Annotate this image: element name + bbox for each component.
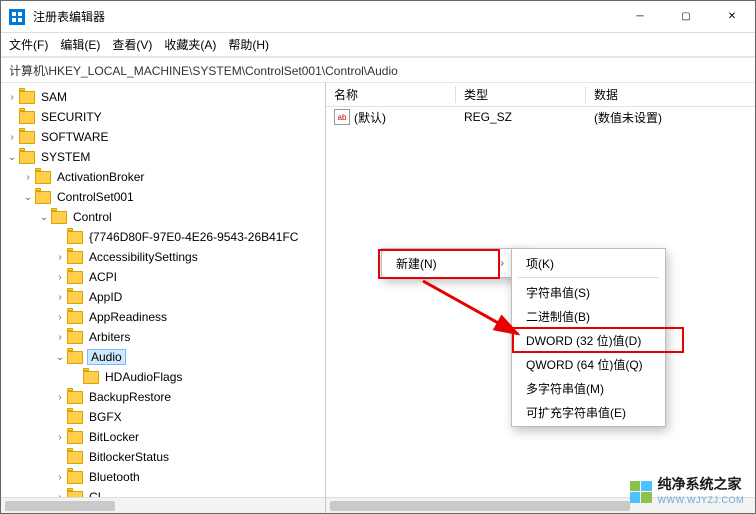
chevron-down-icon[interactable]: ⌄	[5, 152, 19, 163]
main-area: ›SAM ›SECURITY ›SOFTWARE ⌄SYSTEM ›Activa…	[1, 83, 755, 513]
scroll-thumb[interactable]	[5, 501, 115, 511]
chevron-right-icon[interactable]: ›	[53, 252, 67, 263]
chevron-right-icon[interactable]: ›	[53, 392, 67, 403]
folder-icon	[67, 231, 83, 244]
folder-icon	[19, 91, 35, 104]
menubar: 文件(F) 编辑(E) 查看(V) 收藏夹(A) 帮助(H)	[1, 33, 755, 57]
minimize-button[interactable]: ─	[617, 1, 663, 33]
tree-item-bgfx[interactable]: ›BGFX	[53, 407, 325, 427]
folder-icon	[67, 291, 83, 304]
folder-icon	[67, 311, 83, 324]
menu-file[interactable]: 文件(F)	[9, 36, 48, 53]
tree-item-appid[interactable]: ›AppID	[53, 287, 325, 307]
tree-item-system[interactable]: ⌄SYSTEM	[5, 147, 325, 167]
string-value-icon: ab	[334, 109, 350, 125]
watermark-logo-icon	[630, 481, 652, 503]
tree-item-bitlockerstatus[interactable]: ›BitlockerStatus	[53, 447, 325, 467]
menu-view[interactable]: 查看(V)	[112, 36, 152, 53]
folder-icon	[67, 351, 83, 364]
tree-item-controlset001[interactable]: ⌄ControlSet001	[21, 187, 325, 207]
tree-item-audio[interactable]: ⌄Audio	[53, 347, 325, 367]
scroll-thumb[interactable]	[330, 501, 630, 511]
tree-item-appreadiness[interactable]: ›AppReadiness	[53, 307, 325, 327]
chevron-down-icon[interactable]: ⌄	[37, 212, 51, 223]
context-menu-new: 新建(N)›	[381, 248, 527, 278]
folder-icon	[19, 131, 35, 144]
app-icon	[9, 9, 25, 25]
chevron-right-icon[interactable]: ›	[21, 172, 35, 183]
ctx-new[interactable]: 新建(N)›	[384, 251, 524, 275]
address-bar[interactable]: 计算机\HKEY_LOCAL_MACHINE\SYSTEM\ControlSet…	[1, 57, 755, 83]
folder-icon	[35, 171, 51, 184]
window-title: 注册表编辑器	[33, 8, 617, 25]
folder-icon	[35, 191, 51, 204]
ctx-qword[interactable]: QWORD (64 位)值(Q)	[514, 352, 663, 376]
folder-icon	[67, 431, 83, 444]
ctx-string[interactable]: 字符串值(S)	[514, 280, 663, 304]
tree-scrollbar-h[interactable]	[1, 497, 325, 513]
chevron-right-icon[interactable]: ›	[53, 312, 67, 323]
tree-item-guid[interactable]: ›{7746D80F-97E0-4E26-9543-26B41FC	[53, 227, 325, 247]
folder-icon	[67, 471, 83, 484]
tree-item-activationbroker[interactable]: ›ActivationBroker	[21, 167, 325, 187]
tree-item-arbiters[interactable]: ›Arbiters	[53, 327, 325, 347]
chevron-right-icon: ›	[501, 258, 504, 269]
tree-item-control[interactable]: ⌄Control	[37, 207, 325, 227]
folder-icon	[67, 271, 83, 284]
watermark: 纯净系统之家WWW.WJYZJ.COM	[630, 477, 744, 506]
col-name[interactable]: 名称	[326, 86, 456, 103]
folder-icon	[67, 251, 83, 264]
folder-icon	[51, 211, 67, 224]
col-type[interactable]: 类型	[456, 86, 586, 103]
folder-icon	[83, 371, 99, 384]
window-controls: ─ ▢ ✕	[617, 1, 755, 33]
ctx-multistring[interactable]: 多字符串值(M)	[514, 376, 663, 400]
ctx-binary[interactable]: 二进制值(B)	[514, 304, 663, 328]
tree-item-sam[interactable]: ›SAM	[5, 87, 325, 107]
menu-favorites[interactable]: 收藏夹(A)	[164, 36, 216, 53]
menu-edit[interactable]: 编辑(E)	[60, 36, 100, 53]
folder-icon	[19, 111, 35, 124]
chevron-right-icon[interactable]: ›	[53, 332, 67, 343]
folder-icon	[67, 331, 83, 344]
tree-item-accessibility[interactable]: ›AccessibilitySettings	[53, 247, 325, 267]
registry-tree: ›SAM ›SECURITY ›SOFTWARE ⌄SYSTEM ›Activa…	[1, 87, 325, 507]
titlebar: 注册表编辑器 ─ ▢ ✕	[1, 1, 755, 33]
chevron-right-icon[interactable]: ›	[53, 472, 67, 483]
maximize-button[interactable]: ▢	[663, 1, 709, 33]
ctx-key[interactable]: 项(K)	[514, 251, 663, 275]
chevron-right-icon[interactable]: ›	[5, 132, 19, 143]
values-header: 名称 类型 数据	[326, 83, 755, 107]
separator	[518, 277, 659, 278]
tree-item-acpi[interactable]: ›ACPI	[53, 267, 325, 287]
tree-item-hdaudioflags[interactable]: ›HDAudioFlags	[69, 367, 325, 387]
tree-item-bitlocker[interactable]: ›BitLocker	[53, 427, 325, 447]
close-button[interactable]: ✕	[709, 1, 755, 33]
chevron-down-icon[interactable]: ⌄	[53, 352, 67, 363]
value-row-default[interactable]: ab(默认) REG_SZ (数值未设置)	[326, 107, 755, 127]
values-pane[interactable]: 名称 类型 数据 ab(默认) REG_SZ (数值未设置) 新建(N)› 项(…	[326, 83, 755, 513]
chevron-right-icon[interactable]: ›	[53, 292, 67, 303]
tree-item-software[interactable]: ›SOFTWARE	[5, 127, 325, 147]
col-data[interactable]: 数据	[586, 86, 755, 103]
folder-icon	[67, 451, 83, 464]
folder-icon	[67, 411, 83, 424]
tree-pane[interactable]: ›SAM ›SECURITY ›SOFTWARE ⌄SYSTEM ›Activa…	[1, 83, 326, 513]
chevron-right-icon[interactable]: ›	[53, 432, 67, 443]
folder-icon	[19, 151, 35, 164]
tree-item-security[interactable]: ›SECURITY	[5, 107, 325, 127]
context-submenu-new: 项(K) 字符串值(S) 二进制值(B) DWORD (32 位)值(D) QW…	[511, 248, 666, 427]
ctx-expandstring[interactable]: 可扩充字符串值(E)	[514, 400, 663, 424]
registry-editor-window: 注册表编辑器 ─ ▢ ✕ 文件(F) 编辑(E) 查看(V) 收藏夹(A) 帮助…	[0, 0, 756, 514]
chevron-right-icon[interactable]: ›	[5, 92, 19, 103]
ctx-dword[interactable]: DWORD (32 位)值(D)	[514, 328, 663, 352]
chevron-down-icon[interactable]: ⌄	[21, 192, 35, 203]
tree-item-bluetooth[interactable]: ›Bluetooth	[53, 467, 325, 487]
tree-item-backuprestore[interactable]: ›BackupRestore	[53, 387, 325, 407]
folder-icon	[67, 391, 83, 404]
chevron-right-icon[interactable]: ›	[53, 272, 67, 283]
menu-help[interactable]: 帮助(H)	[228, 36, 269, 53]
